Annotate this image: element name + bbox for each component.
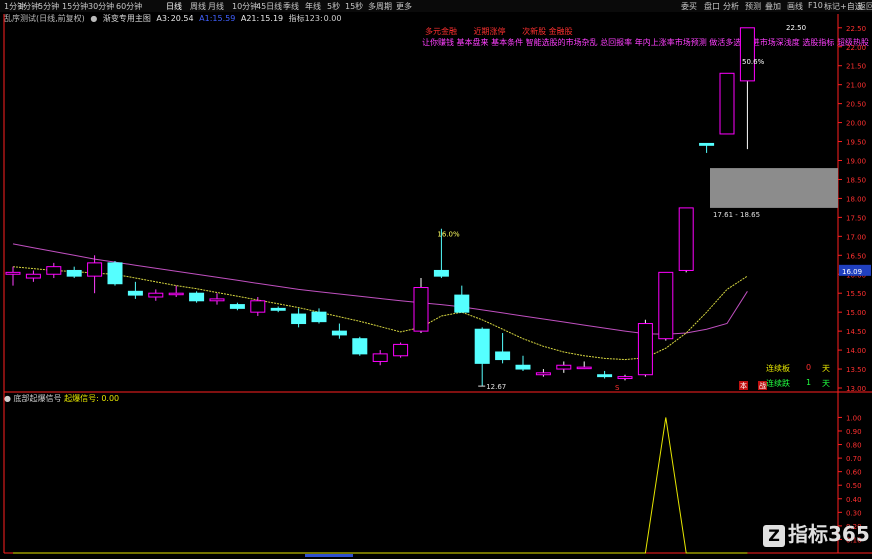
sub-y-tick-label: 0.60 — [846, 469, 862, 477]
y-tick-label: 18.00 — [846, 195, 866, 203]
y-tick-label: 16.50 — [846, 252, 866, 260]
candle-down — [495, 351, 511, 361]
candle-up — [250, 300, 266, 313]
price-label-pct2: 50.6% — [742, 58, 765, 66]
marker-jie: 战 — [759, 381, 766, 390]
sub-y-tick-label: 0.80 — [846, 442, 862, 450]
ma-slow-line — [12, 243, 748, 335]
marker-ben: 本 — [740, 381, 747, 390]
candle-up — [372, 353, 388, 362]
y-tick-label: 13.00 — [846, 385, 866, 393]
limit-up-value: 0 — [806, 363, 812, 372]
y-tick-label: 17.00 — [846, 233, 866, 241]
candle-down — [597, 374, 613, 378]
candle-down — [66, 269, 82, 277]
sub-y-tick-label: 0.50 — [846, 482, 862, 490]
last-price-label: 16.09 — [842, 268, 862, 276]
y-tick-label: 20.00 — [846, 120, 866, 128]
signal-label: 起爆信号: — [64, 394, 99, 403]
candle-down — [291, 313, 307, 325]
candle-down — [311, 311, 327, 323]
y-tick-label: 15.00 — [846, 309, 866, 317]
y-tick-label: 19.00 — [846, 158, 866, 166]
y-tick-label: 17.50 — [846, 214, 866, 222]
logo-z-icon: Z — [763, 524, 785, 547]
candle-up — [535, 372, 551, 376]
candle-down — [107, 262, 123, 285]
candle-down — [127, 290, 143, 296]
candle-up — [719, 72, 735, 135]
limit-up-unit: 天 — [822, 364, 830, 373]
candle-down — [352, 338, 368, 355]
sub-y-tick-label: 0.40 — [846, 496, 862, 504]
y-tick-label: 20.50 — [846, 101, 866, 109]
y-tick-label: 19.50 — [846, 139, 866, 147]
candle-down — [189, 292, 205, 302]
candle-down — [229, 304, 245, 309]
candle-down — [331, 330, 347, 336]
limit-down-unit: 天 — [822, 379, 830, 388]
candle-up — [739, 27, 755, 82]
price-label-low: 12.67 — [486, 383, 506, 391]
candle-up — [168, 292, 184, 296]
y-tick-label: 21.00 — [846, 82, 866, 90]
sub-y-tick-label: 1.00 — [846, 414, 862, 422]
limit-up-label: 连续板 — [766, 364, 790, 373]
y-tick-label: 22.00 — [846, 44, 866, 52]
scroll-thumb — [305, 554, 353, 557]
candle-up — [5, 271, 21, 275]
candle-up — [576, 366, 592, 370]
sub-panel-title: ● 底部起爆信号 起爆信号: 0.00 — [4, 393, 119, 404]
candle-down — [699, 142, 715, 146]
y-tick-label: 13.50 — [846, 366, 866, 374]
signal-value: 0.00 — [101, 394, 120, 403]
candle-up — [209, 298, 225, 302]
y-tick-label: 21.50 — [846, 63, 866, 71]
marker-s: S — [615, 384, 620, 392]
candle-down — [515, 364, 531, 370]
y-tick-label: 22.50 — [846, 25, 866, 33]
chart-canvas[interactable]: 22.50 22.00 21.50 21.00 20.50 20.00 19.50 19.00… — [0, 0, 872, 559]
y-tick-label: 14.50 — [846, 328, 866, 336]
candle-up — [637, 323, 653, 376]
sub-y-tick-label: 0.70 — [846, 455, 862, 463]
candle-up — [413, 287, 429, 332]
price-label-high: 22.50 — [786, 24, 806, 32]
candle-up — [46, 266, 62, 275]
limit-down-value: 1 — [806, 378, 812, 387]
y-tick-label: 14.00 — [846, 347, 866, 355]
candle-up — [148, 292, 164, 298]
ma-fast-line — [12, 266, 748, 361]
sub-y-tick-label: 0.30 — [846, 509, 862, 517]
y-tick-label: 15.50 — [846, 290, 866, 298]
candle-down — [433, 269, 449, 277]
resistance-zone — [710, 168, 838, 208]
candle-up — [617, 376, 633, 380]
candle-up — [393, 343, 409, 357]
candle-up — [678, 207, 694, 271]
candle-up — [658, 271, 674, 340]
candle-down — [474, 328, 490, 364]
candle-down — [270, 307, 286, 311]
signal-line — [13, 417, 748, 554]
sub-indicator-name[interactable]: 底部起爆信号 — [14, 394, 62, 403]
price-label-range: 17.61 - 18.65 — [713, 211, 760, 219]
candle-up — [25, 273, 41, 279]
candle-up — [87, 262, 103, 277]
limit-down-label: 连续跌 — [766, 379, 790, 388]
sub-y-tick-label: 0.90 — [846, 428, 862, 436]
logo-text: 指标365 — [788, 522, 870, 546]
price-label-pct1: 16.0% — [437, 230, 460, 238]
sub-indicator-icon: ● — [4, 394, 11, 403]
candle-up — [556, 364, 572, 370]
site-logo: Z 指标365 — [763, 518, 870, 547]
candle-down — [454, 294, 470, 313]
y-tick-label: 18.50 — [846, 176, 866, 184]
